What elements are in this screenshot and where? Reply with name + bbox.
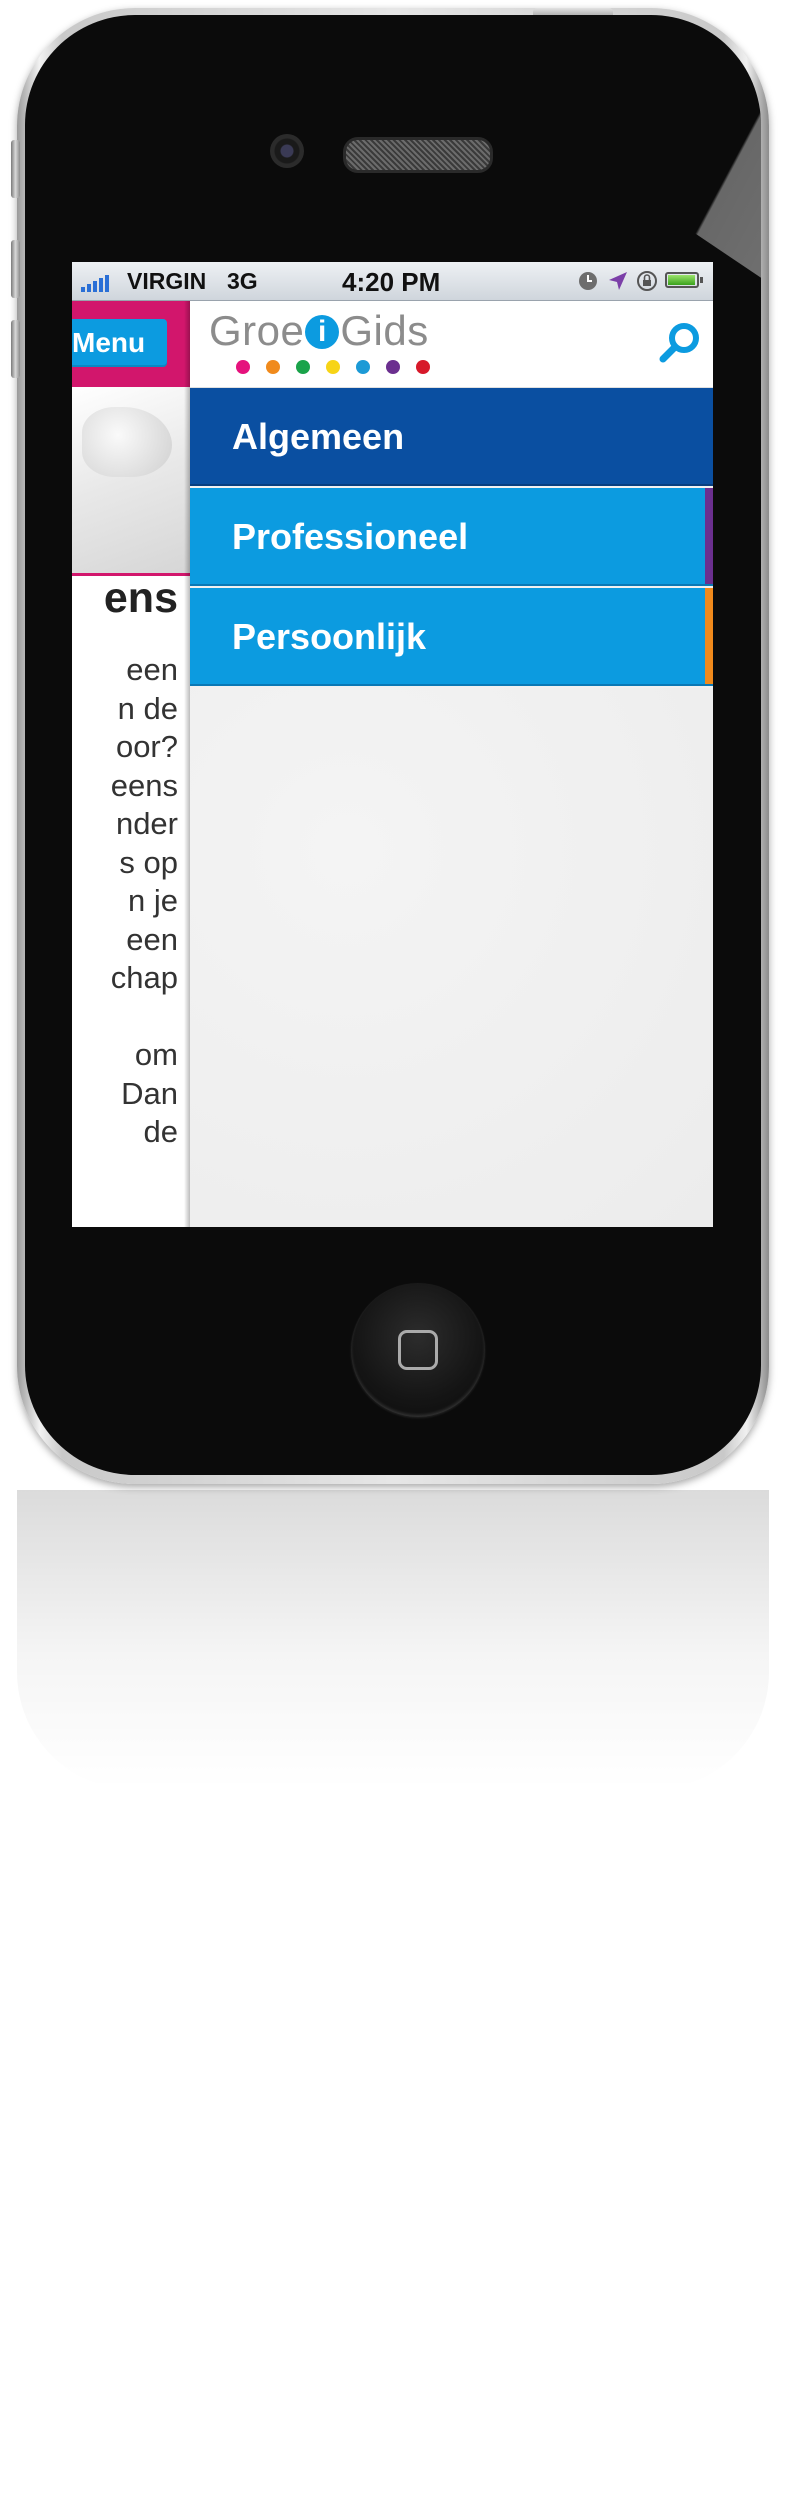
battery-icon [665, 272, 703, 288]
logo-dot [296, 360, 310, 374]
signal-bars-icon [81, 272, 109, 292]
carrier-name: VIRGIN [127, 268, 207, 294]
volume-down-button [11, 320, 20, 378]
content-header-bar: Menu [72, 301, 190, 387]
menu-item-label: Professioneel [232, 516, 469, 557]
content-text-line: eens [110, 767, 178, 803]
content-title-fragment: ens [103, 574, 178, 622]
logo-i-badge: i [305, 315, 340, 349]
status-bar: VIRGIN 3G 4:20 PM [72, 262, 713, 301]
alarm-icon [579, 272, 597, 290]
menu-item-persoonlijk[interactable]: Persoonlijk [190, 588, 713, 686]
content-text-line: n de [117, 690, 178, 726]
underlying-content-page: Menu ens een n de oor? eens nder s op n … [72, 301, 190, 1227]
content-text-line: Dan [121, 1075, 178, 1111]
screen: VIRGIN 3G 4:20 PM Menu ens een n de oor?… [72, 262, 713, 1227]
content-text-line: de [143, 1114, 178, 1149]
content-text-line: chap [110, 960, 178, 995]
logo-text-suffix: Gids [340, 307, 429, 354]
logo-dot [266, 360, 280, 374]
earpiece-speaker [343, 137, 493, 173]
content-text-line [72, 998, 178, 1037]
menu-item-label: Algemeen [232, 416, 405, 457]
front-camera [270, 134, 304, 168]
content-hero-image [72, 387, 190, 576]
volume-up-button [11, 240, 20, 298]
navigation-panel: Groe i Gids Algemeen Professioneel Persoon… [190, 301, 713, 1227]
home-button[interactable] [351, 1283, 485, 1417]
logo-color-dots [236, 360, 430, 374]
logo-dot [356, 360, 370, 374]
menu-item-algemeen[interactable]: Algemeen [190, 388, 713, 486]
content-body-text: een n de oor? eens nder s op n je een ch… [72, 651, 178, 1152]
network-type: 3G [227, 268, 258, 294]
content-text-line: om [134, 1037, 178, 1072]
category-color-tab [705, 588, 713, 684]
content-text-line: nder [115, 806, 178, 841]
content-text-line: een [126, 921, 178, 957]
logo-text-prefix: Groe [209, 307, 305, 354]
search-icon[interactable] [656, 319, 704, 367]
category-color-tab [705, 488, 713, 584]
content-text-line: n je [128, 883, 178, 918]
logo-dot [386, 360, 400, 374]
location-arrow-icon [609, 272, 627, 290]
logo-dot [326, 360, 340, 374]
content-text-line: s op [119, 844, 178, 880]
status-time: 4:20 PM [342, 267, 441, 297]
rotation-lock-icon [637, 271, 657, 291]
groeigids-logo[interactable]: Groe i Gids [209, 307, 429, 355]
brand-header: Groe i Gids [190, 301, 713, 388]
home-button-icon [398, 1330, 438, 1370]
logo-dot [416, 360, 430, 374]
content-text-line: een [126, 652, 178, 687]
menu-button[interactable]: Menu [72, 319, 167, 367]
content-text-line: oor? [115, 729, 178, 764]
menu-item-professioneel[interactable]: Professioneel [190, 488, 713, 586]
phone-reflection [17, 1490, 769, 1790]
panel-empty-area [190, 688, 713, 1227]
logo-dot [236, 360, 250, 374]
mute-switch [11, 140, 20, 198]
menu-item-label: Persoonlijk [232, 616, 427, 657]
